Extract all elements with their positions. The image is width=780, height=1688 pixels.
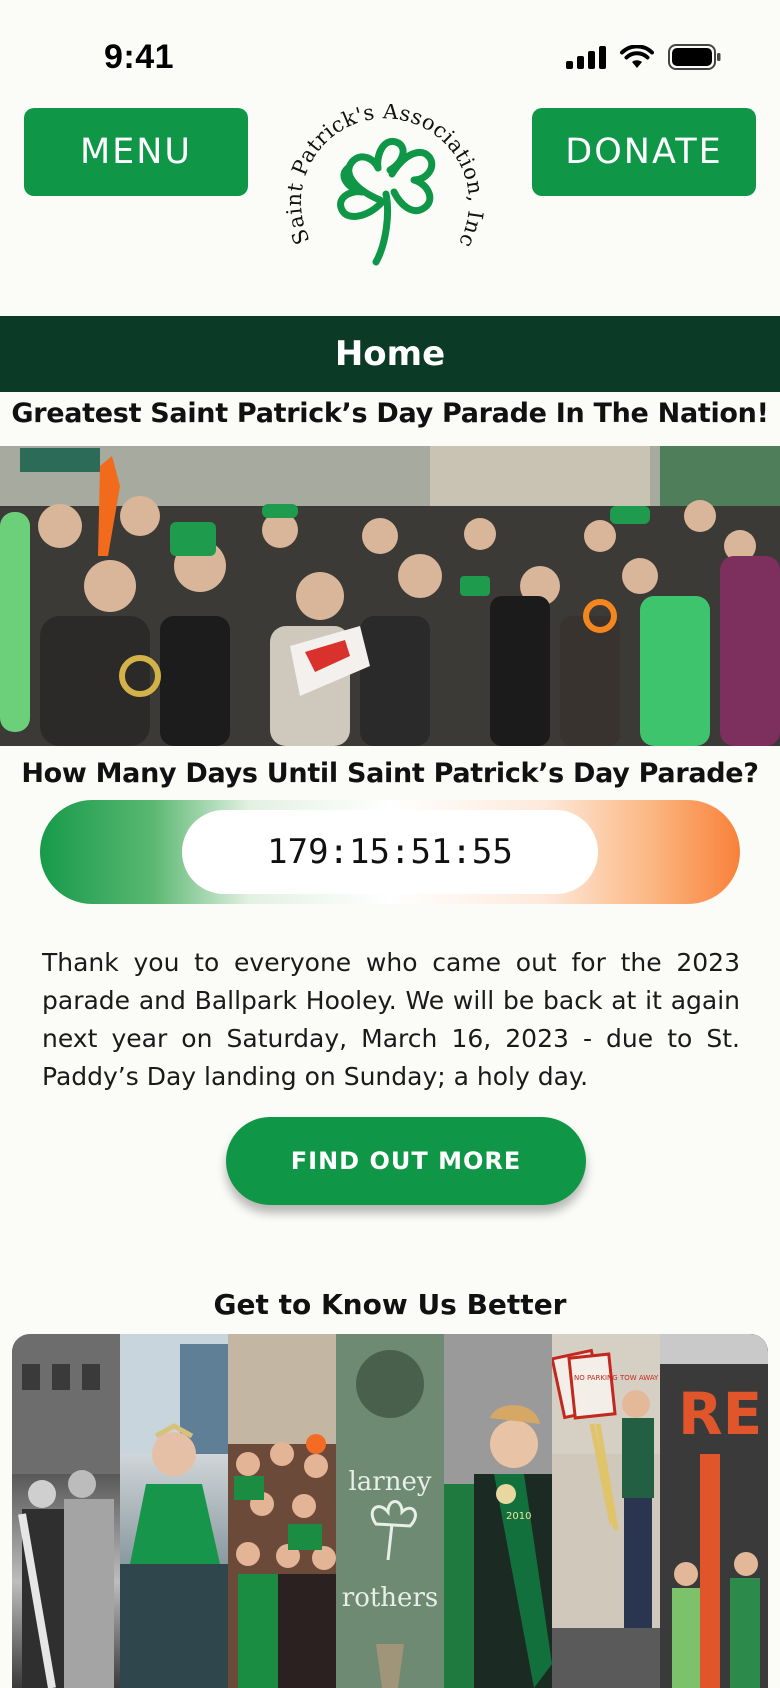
countdown-separator: : <box>451 832 472 872</box>
countdown-minutes: 51 <box>410 832 452 872</box>
group-photo-image <box>228 1334 336 1688</box>
blarney-brothers-photo[interactable]: larney rothers <box>336 1334 444 1688</box>
status-icons <box>566 44 722 70</box>
blarney-text-bottom: rothers <box>342 1583 438 1613</box>
countdown-title: How Many Days Until Saint Patrick’s Day … <box>21 758 759 789</box>
announcement-text: Thank you to everyone who came out for t… <box>42 948 740 1091</box>
restaurant-sign-text: RE <box>678 1380 762 1448</box>
wifi-icon <box>620 44 654 68</box>
group-photo[interactable] <box>228 1334 336 1688</box>
countdown-hours: 15 <box>349 832 390 872</box>
page-title-bar: Home <box>0 316 780 392</box>
countdown-timer: 179 : 15 : 51 : 55 <box>40 800 740 904</box>
find-out-more-button[interactable]: FIND OUT MORE <box>226 1117 586 1205</box>
history-photo-image <box>12 1334 120 1688</box>
countdown-seconds: 55 <box>471 832 513 872</box>
status-time: 9:41 <box>104 38 175 76</box>
donate-button[interactable]: DONATE <box>532 108 756 196</box>
queen-photo-image <box>120 1334 228 1688</box>
restaurant-image: RE <box>660 1334 768 1688</box>
menu-button[interactable]: MENU <box>24 108 248 196</box>
tagline: Greatest Saint Patrick’s Day Parade In T… <box>11 398 769 429</box>
battery-icon <box>668 44 721 70</box>
blarney-brothers-image: larney rothers <box>336 1334 444 1688</box>
sash-photo-image: 2010 <box>444 1334 552 1688</box>
sash-photo[interactable]: 2010 <box>444 1334 552 1688</box>
status-bar: 9:41 <box>0 0 780 100</box>
sash-year-text: 2010 <box>506 1511 531 1522</box>
countdown-display: 179 : 15 : 51 : 55 <box>182 810 598 894</box>
queen-photo[interactable] <box>120 1334 228 1688</box>
no-parking-photo[interactable]: NO PARKING TOW AWAY ZONE <box>552 1334 660 1688</box>
parade-crowd-image <box>0 446 780 746</box>
restaurant-photo[interactable]: RE <box>660 1334 768 1688</box>
about-heading: Get to Know Us Better <box>213 1288 567 1321</box>
page-title: Home <box>334 334 446 374</box>
association-logo[interactable]: Saint Patrick's Association, Inc. <box>282 85 492 284</box>
blarney-text-top: larney <box>348 1467 431 1497</box>
cellular-signal-icon <box>566 45 606 69</box>
history-photo[interactable] <box>12 1334 120 1688</box>
countdown-days: 179 <box>267 832 329 872</box>
hero-photo <box>0 446 780 746</box>
countdown-separator: : <box>389 832 411 872</box>
about-photo-gallery[interactable]: larney rothers 2010 NO PARKING TOW AWAY … <box>12 1334 768 1688</box>
countdown-separator: : <box>328 832 350 872</box>
no-parking-text: NO PARKING TOW AWAY ZONE <box>574 1374 660 1382</box>
no-parking-image: NO PARKING TOW AWAY ZONE <box>552 1334 660 1688</box>
shamrock-logo-icon: Saint Patrick's Association, Inc. <box>282 85 488 266</box>
